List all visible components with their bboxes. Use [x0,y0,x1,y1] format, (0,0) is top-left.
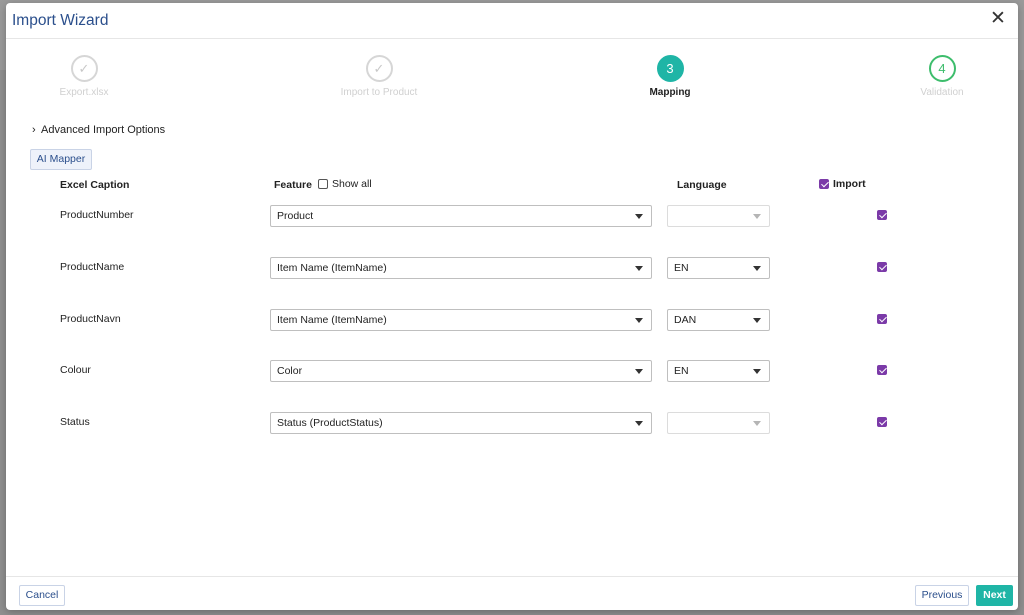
caret-down-icon [635,266,643,271]
advanced-import-options-toggle[interactable]: › Advanced Import Options [32,124,165,136]
language-select[interactable] [667,412,770,434]
next-button[interactable]: Next [976,585,1013,606]
caret-down-icon [753,421,761,426]
step-export: ✓ Export.xlsx [24,55,144,98]
language-select[interactable] [667,205,770,227]
close-icon[interactable]: ✕ [988,9,1008,29]
step-label: Export.xlsx [59,87,109,98]
step-number: 3 [656,55,684,82]
feature-select-value: Color [277,365,303,377]
row-caption: ProductNumber [60,209,134,221]
step-label: Import to Product [340,87,418,98]
row-caption: ProductName [60,261,125,273]
show-all-checkbox[interactable] [318,179,328,189]
previous-button[interactable]: Previous [915,585,969,606]
step-validation: 4 Validation [882,55,1002,98]
dialog-footer: Cancel Previous Next [6,576,1018,610]
import-checkbox[interactable] [877,262,887,272]
caret-down-icon [753,369,761,374]
show-all-label: Show all [332,178,372,190]
feature-select-value: Item Name (ItemName) [277,262,387,274]
feature-select[interactable]: Item Name (ItemName) [270,257,652,279]
caret-down-icon [635,318,643,323]
import-wizard-dialog: Import Wizard ✕ ✓ Export.xlsx ✓ Import t… [6,3,1018,610]
caret-down-icon [635,421,643,426]
caret-down-icon [753,266,761,271]
import-checkbox[interactable] [877,417,887,427]
step-label: Validation [920,87,964,98]
import-checkbox[interactable] [877,365,887,375]
dialog-header: Import Wizard ✕ [6,3,1018,39]
import-checkbox[interactable] [877,210,887,220]
chevron-right-icon: › [32,124,36,136]
feature-header: Feature [274,179,312,191]
import-all-checkbox[interactable] [819,179,829,189]
language-select[interactable]: EN [667,360,770,382]
import-checkbox[interactable] [877,314,887,324]
excel-caption-header: Excel Caption [60,179,130,191]
dialog-title: Import Wizard [12,12,109,29]
feature-select[interactable]: Status (ProductStatus) [270,412,652,434]
row-caption: Colour [60,364,91,376]
feature-select[interactable]: Color [270,360,652,382]
feature-select[interactable]: Item Name (ItemName) [270,309,652,331]
language-select[interactable]: EN [667,257,770,279]
check-icon: ✓ [365,55,393,82]
cancel-button[interactable]: Cancel [19,585,65,606]
language-header: Language [677,179,727,191]
feature-select-value: Product [277,210,314,222]
import-header: Import [819,178,866,190]
import-header-label: Import [833,178,866,190]
caret-down-icon [635,369,643,374]
step-label: Mapping [649,87,691,98]
language-select-value: EN [674,365,689,377]
step-mapping: 3 Mapping [610,55,730,98]
feature-select-value: Item Name (ItemName) [277,314,387,326]
step-number: 4 [928,55,956,82]
step-import-to-product: ✓ Import to Product [319,55,439,98]
language-select-value: DAN [674,314,697,326]
language-select-value: EN [674,262,689,274]
feature-select[interactable]: Product [270,205,652,227]
caret-down-icon [635,214,643,219]
ai-mapper-button[interactable]: AI Mapper [30,149,92,170]
caret-down-icon [753,214,761,219]
check-icon: ✓ [70,55,98,82]
advanced-import-options-label: Advanced Import Options [41,124,166,136]
feature-select-value: Status (ProductStatus) [277,417,383,429]
caret-down-icon [753,318,761,323]
show-all-toggle[interactable]: Show all [318,178,372,190]
row-caption: ProductNavn [60,313,121,325]
language-select[interactable]: DAN [667,309,770,331]
row-caption: Status [60,416,90,428]
